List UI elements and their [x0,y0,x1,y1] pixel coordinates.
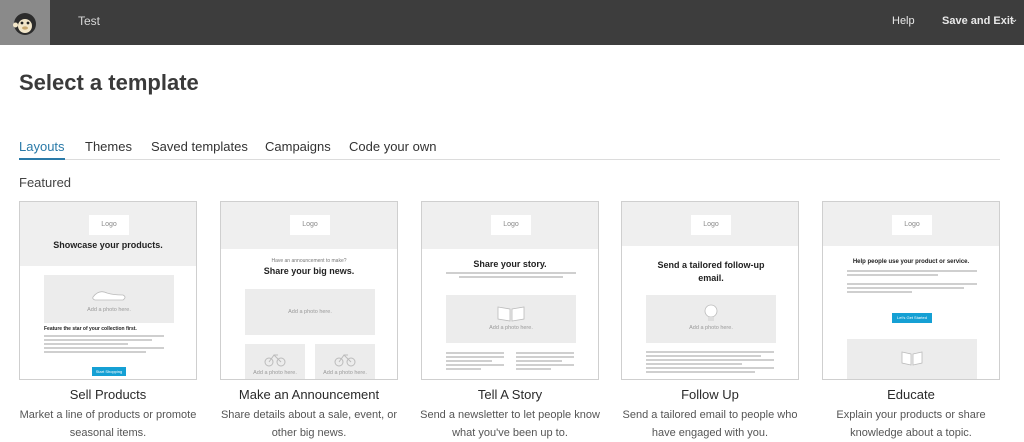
card-title[interactable]: Sell Products [19,387,197,402]
preview-photo: Add a photo here. [245,289,375,335]
preview-text-lines [446,272,576,280]
preview-logo: Logo [89,215,129,235]
section-featured: Featured [19,175,72,190]
preview-text-lines [646,351,774,375]
template-card-make-an-announcement[interactable]: Logo Have an announcement to make? Share… [220,201,398,380]
preview-headline: Share your big news. [263,266,355,276]
preview-logo: Logo [290,215,330,235]
template-card-educate[interactable]: Logo Help people use your product or ser… [822,201,1000,380]
template-card-tell-a-story[interactable]: Logo Share your story. Add a photo here. [421,201,599,380]
tab-themes[interactable]: Themes [85,139,132,160]
save-and-exit-button[interactable]: Save and Exit [942,15,1014,27]
preview-photo: Add a photo here. [44,275,174,323]
lightbulb-icon [704,304,718,321]
card-description: Explain your products or share knowledge… [836,409,986,439]
book-icon [497,306,525,322]
preview-photo-caption: Add a photo here. [87,307,131,313]
preview-kicker: Have an announcement to make? [271,258,347,264]
preview-photo [847,339,977,379]
bicycle-icon [264,354,286,367]
card-title[interactable]: Follow Up [621,387,799,402]
shoe-icon [92,291,126,301]
preview-text-lines-left [446,352,504,372]
preview-text-lines-right [516,352,574,372]
card-description: Send a newsletter to let people know wha… [420,409,600,439]
preview-button: Start Shopping [92,367,126,376]
card-title[interactable]: Educate [822,387,1000,402]
preview-photo-caption: Add a photo here. [689,325,733,331]
card-title[interactable]: Tell A Story [421,387,599,402]
preview-logo: Logo [691,215,731,235]
preview-headline: Send a tailored follow-up email. [657,260,765,283]
preview-headline: Share your story. [473,259,547,269]
book-icon [901,351,923,366]
preview-logo: Logo [491,215,531,235]
card-title[interactable]: Make an Announcement [220,387,398,402]
chevron-down-icon[interactable]: ⌄ [1010,14,1018,25]
preview-photo-left: Add a photo here. [245,344,305,379]
mailchimp-logo-icon[interactable] [0,0,50,45]
card-description: Market a line of products or promote sea… [19,409,197,439]
help-link[interactable]: Help [892,15,915,27]
top-bar: Test Help Save and Exit ⌄ [0,0,1024,45]
preview-photo-caption: Add a photo here. [489,325,533,331]
preview-logo: Logo [892,215,932,235]
tab-saved-templates[interactable]: Saved templates [151,139,248,160]
tab-layouts[interactable]: Layouts [19,139,65,160]
preview-text-lines [847,270,977,295]
template-card-follow-up[interactable]: Logo Send a tailored follow-up email. Ad… [621,201,799,380]
card-description: Share details about a sale, event, or ot… [220,409,398,439]
card-description: Send a tailored email to people who have… [622,409,798,439]
preview-headline: Showcase your products. [53,240,163,250]
preview-text-lines [44,335,164,355]
campaign-title: Test [78,14,101,28]
preview-photo: Add a photo here. [446,295,576,343]
template-card-sell-products[interactable]: Logo Showcase your products. Add a photo… [19,201,197,380]
page-title: Select a template [19,70,199,95]
preview-feature: Feature the star of your collection firs… [44,326,137,332]
bicycle-icon [334,354,356,367]
tab-code-your-own[interactable]: Code your own [349,139,436,160]
preview-photo-caption: Add a photo here. [253,370,297,376]
preview-photo-caption: Add a photo here. [323,370,367,376]
preview-photo-right: Add a photo here. [315,344,375,379]
template-tabs: Layouts Themes Saved templates Campaigns… [19,138,1000,160]
preview-photo: Add a photo here. [646,295,776,343]
preview-headline: Help people use your product or service. [852,259,970,265]
tab-campaigns[interactable]: Campaigns [265,139,331,160]
preview-button: Let's Get Started [892,313,932,323]
